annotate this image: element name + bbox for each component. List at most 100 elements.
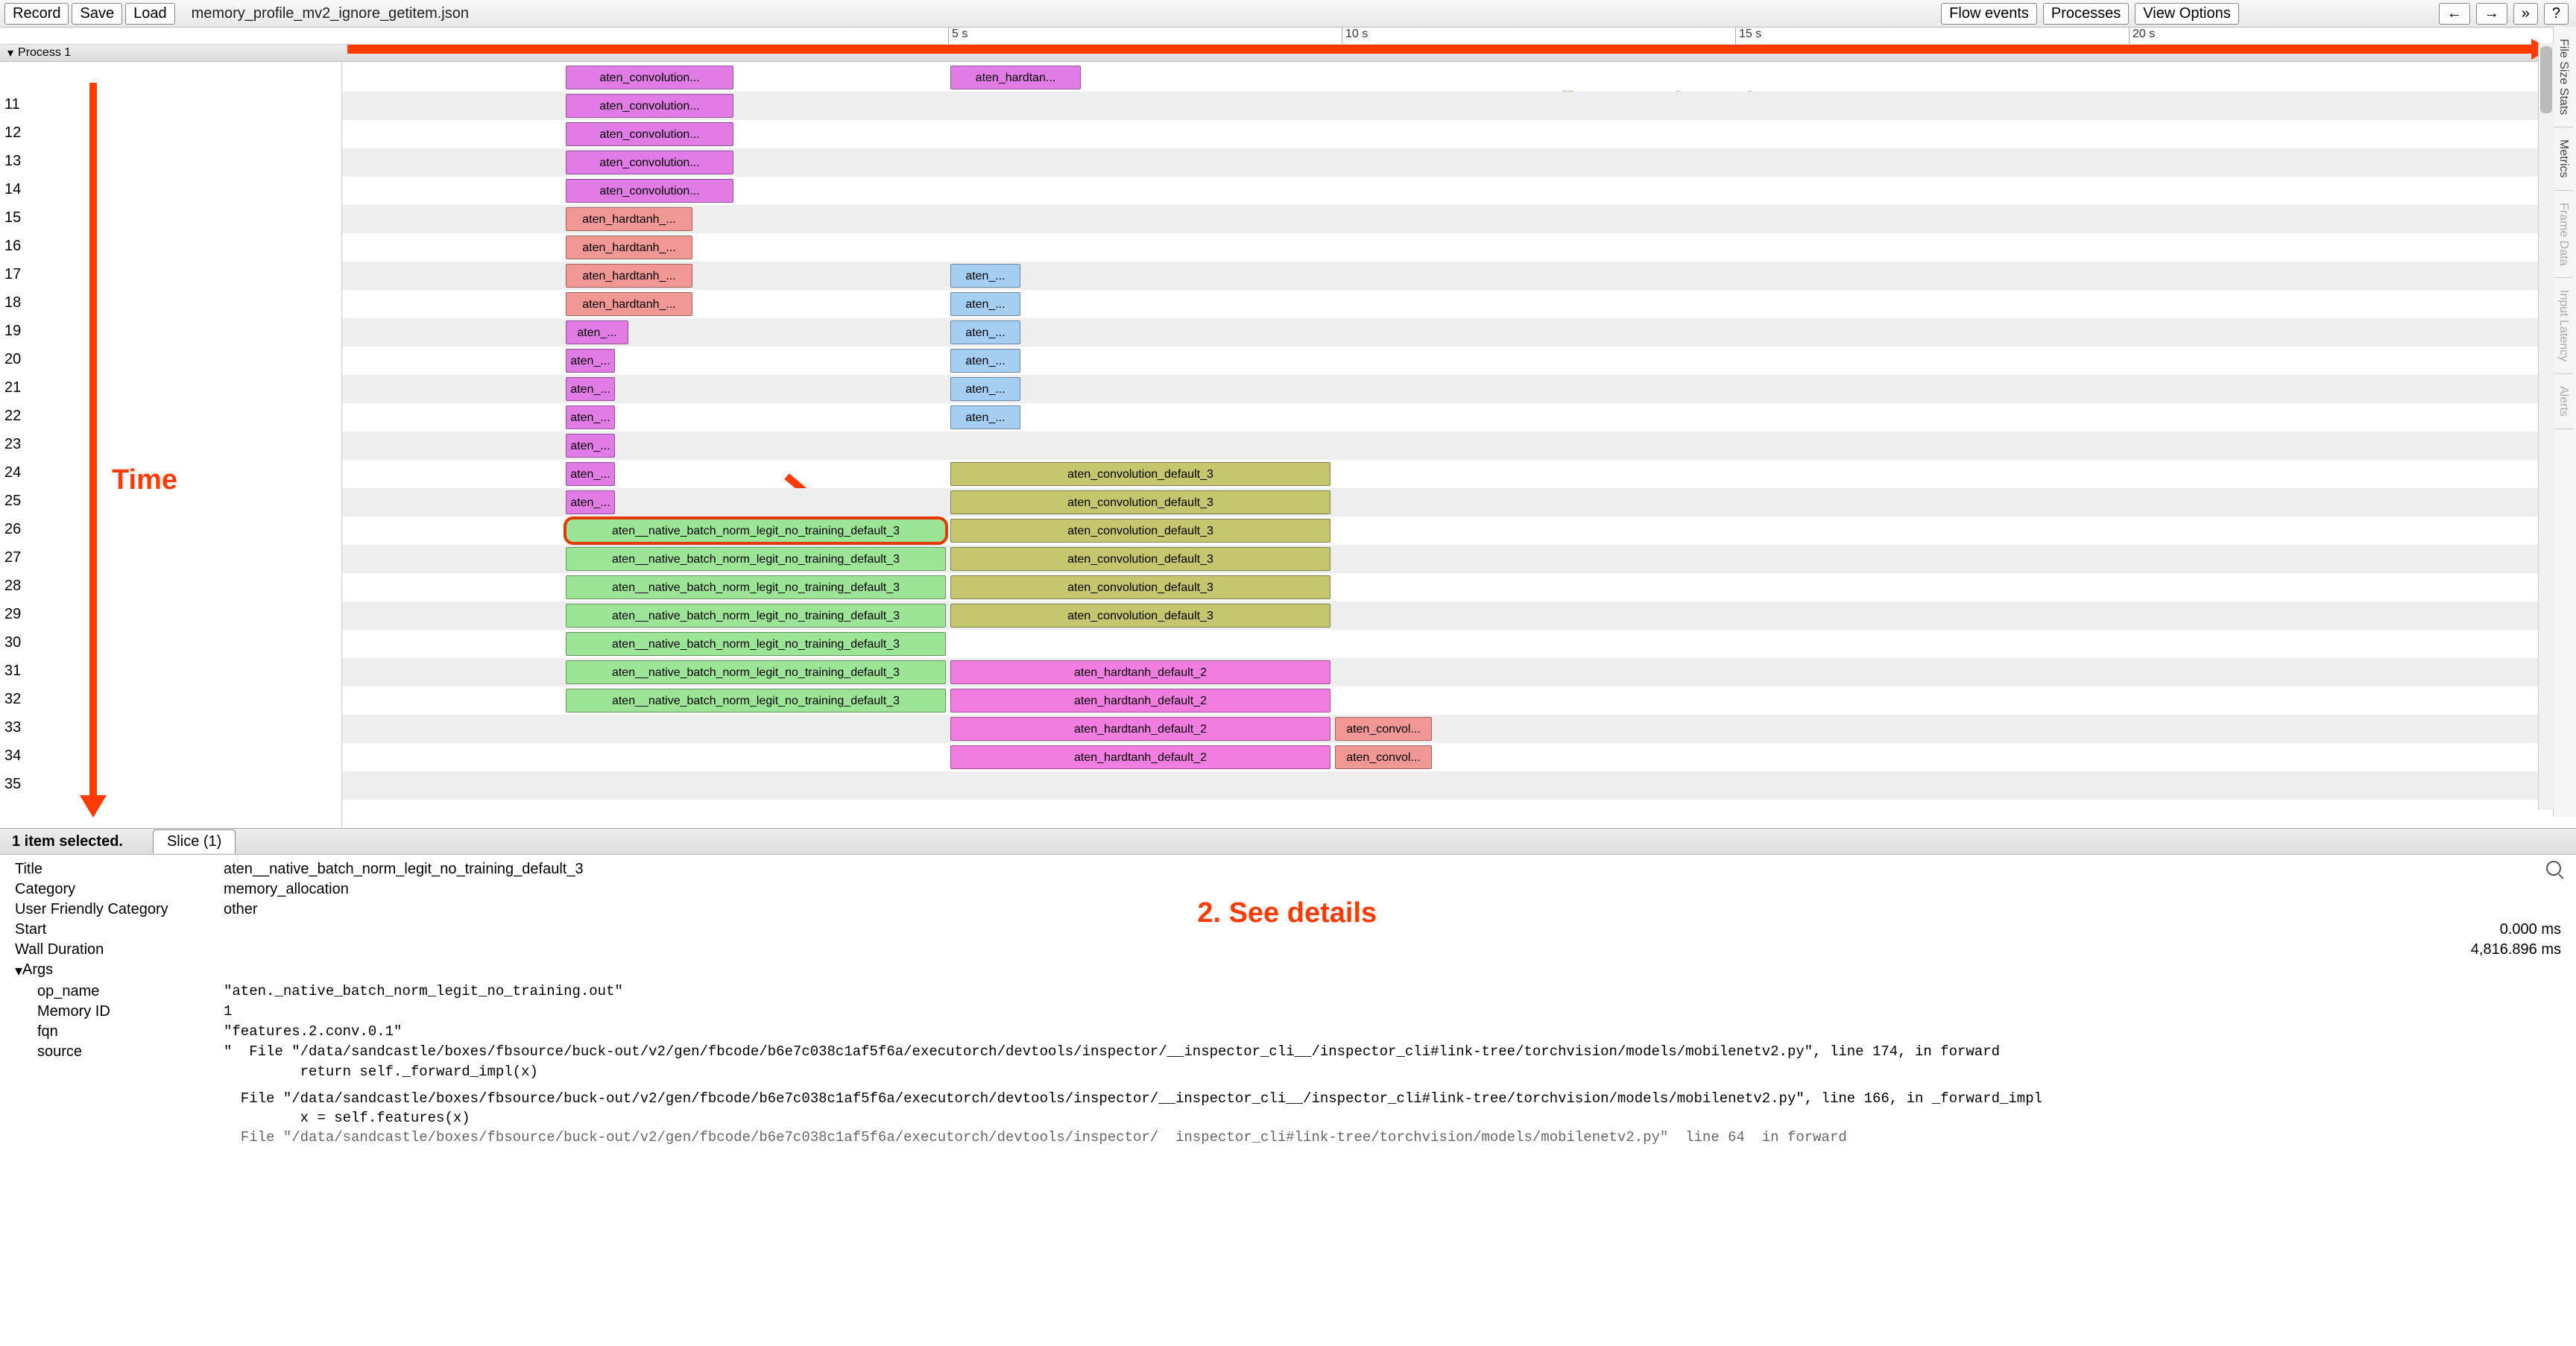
event-block[interactable]: aten_convolution_default_3 xyxy=(950,462,1330,486)
event-block[interactable]: aten_... xyxy=(950,320,1020,344)
details-tab-slice[interactable]: Slice (1) xyxy=(153,830,236,853)
args-value-source-3: File "/data/sandcastle/boxes/fbsource/bu… xyxy=(224,1090,2561,1107)
top-toolbar: Record Save Load memory_profile_mv2_igno… xyxy=(0,0,2576,28)
event-block[interactable]: aten_convolution_default_3 xyxy=(950,604,1330,628)
tab-file-size-stats[interactable]: File Size Stats xyxy=(2554,27,2573,127)
event-block[interactable]: aten_convolution_default_3 xyxy=(950,575,1330,599)
track-row xyxy=(342,460,2576,488)
processes-button[interactable]: Processes xyxy=(2043,3,2129,25)
event-block[interactable]: aten_... xyxy=(950,264,1020,288)
event-block[interactable]: aten_hardtanh_... xyxy=(566,236,692,259)
row-number: 30 xyxy=(4,634,21,651)
event-block[interactable]: aten_... xyxy=(566,320,628,344)
event-block[interactable]: aten__native_batch_norm_legit_no_trainin… xyxy=(566,519,946,543)
event-block[interactable]: aten_convolution... xyxy=(566,122,733,146)
flow-events-button[interactable]: Flow events xyxy=(1941,3,2037,25)
details-value-category: memory_allocation xyxy=(224,881,2561,898)
event-block[interactable]: aten_... xyxy=(566,349,615,373)
tab-metrics[interactable]: Metrics xyxy=(2554,127,2573,191)
row-number: 18 xyxy=(4,294,21,312)
event-block[interactable]: aten_convolution... xyxy=(566,179,733,203)
nav-forward-button[interactable]: → xyxy=(2476,3,2507,25)
args-value-fqn: "features.2.conv.0.1" xyxy=(224,1023,2561,1040)
event-block[interactable]: aten_... xyxy=(950,349,1020,373)
row-number: 35 xyxy=(4,776,21,793)
event-block[interactable]: aten_... xyxy=(566,462,615,486)
track-row xyxy=(342,488,2576,516)
help-button[interactable]: ? xyxy=(2544,3,2569,25)
event-block[interactable]: aten_... xyxy=(950,405,1020,429)
save-button[interactable]: Save xyxy=(72,3,122,25)
ruler-tick: 5 s xyxy=(948,28,967,44)
nav-back-button[interactable]: ← xyxy=(2439,3,2470,25)
event-block[interactable]: aten_... xyxy=(566,490,615,514)
vertical-scrollbar[interactable] xyxy=(2538,43,2554,809)
event-block[interactable]: aten_hardtanh_... xyxy=(566,264,692,288)
tab-alerts[interactable]: Alerts xyxy=(2554,374,2573,429)
scrollbar-thumb[interactable] xyxy=(2540,46,2552,113)
tracks-area[interactable]: Memory (in megabytes) 1. Click aten_conv… xyxy=(342,62,2576,828)
event-block[interactable]: aten_... xyxy=(950,292,1020,316)
event-block[interactable]: aten_convolution_default_3 xyxy=(950,547,1330,571)
time-ruler[interactable]: 5 s 10 s 15 s 20 s xyxy=(0,28,2576,45)
event-block[interactable]: aten_hardtanh_default_2 xyxy=(950,689,1330,713)
args-value-memid: 1 xyxy=(224,1003,2561,1020)
load-button[interactable]: Load xyxy=(125,3,175,25)
view-options-button[interactable]: View Options xyxy=(2135,3,2238,25)
event-block[interactable]: aten__native_batch_norm_legit_no_trainin… xyxy=(566,575,946,599)
event-block[interactable]: aten_convolution... xyxy=(566,66,733,89)
event-block[interactable]: aten__native_batch_norm_legit_no_trainin… xyxy=(566,547,946,571)
row-number: 27 xyxy=(4,549,21,566)
event-block[interactable]: aten__native_batch_norm_legit_no_trainin… xyxy=(566,660,946,684)
args-value-source-4: x = self.features(x) xyxy=(224,1110,2561,1126)
row-number: 11 xyxy=(4,96,20,113)
event-block[interactable]: aten_convolution_default_3 xyxy=(950,519,1330,543)
tab-frame-data[interactable]: Frame Data xyxy=(2554,191,2573,278)
event-block[interactable]: aten__native_batch_norm_legit_no_trainin… xyxy=(566,604,946,628)
event-block[interactable]: aten_convolution... xyxy=(566,94,733,118)
record-button[interactable]: Record xyxy=(4,3,69,25)
event-block[interactable]: aten_hardtanh_default_2 xyxy=(950,745,1330,769)
details-value-start: 0.000 ms xyxy=(2500,921,2561,938)
event-block[interactable]: aten_... xyxy=(566,434,615,458)
row-number: 24 xyxy=(4,464,21,481)
event-block[interactable]: aten_convolution_default_3 xyxy=(950,490,1330,514)
details-value-title: aten__native_batch_norm_legit_no_trainin… xyxy=(224,861,2536,878)
event-block[interactable]: aten_hardtan... xyxy=(950,66,1081,89)
filename-label: memory_profile_mv2_ignore_getitem.json xyxy=(192,5,469,22)
search-icon[interactable] xyxy=(2546,861,2561,876)
event-block[interactable]: aten_hardtanh_... xyxy=(566,292,692,316)
event-block[interactable]: aten_... xyxy=(566,405,615,429)
right-sidebar-tabs: File Size Stats Metrics Frame Data Input… xyxy=(2553,27,2576,817)
event-block[interactable]: aten_... xyxy=(566,377,615,401)
track-row xyxy=(342,318,2576,347)
details-value-wall: 4,816.896 ms xyxy=(2471,941,2561,958)
details-key-wall: Wall Duration xyxy=(15,941,224,958)
row-number: 34 xyxy=(4,748,21,765)
process-header[interactable]: ▾ Process 1 X xyxy=(0,45,2576,62)
row-number: 17 xyxy=(4,266,21,283)
event-block[interactable]: aten_hardtanh_default_2 xyxy=(950,717,1330,741)
nav-more-button[interactable]: » xyxy=(2513,3,2538,25)
row-number: 28 xyxy=(4,578,21,595)
row-number: 15 xyxy=(4,209,21,227)
event-block[interactable]: aten__native_batch_norm_legit_no_trainin… xyxy=(566,632,946,656)
tab-input-latency[interactable]: Input Latency xyxy=(2554,278,2573,374)
args-disclosure-icon[interactable]: ▾ xyxy=(15,961,22,980)
process-label: Process 1 xyxy=(18,46,71,60)
event-block[interactable]: aten_convol... xyxy=(1335,717,1432,741)
ruler-tick: 15 s xyxy=(1735,28,1761,44)
row-number: 12 xyxy=(4,124,21,142)
event-block[interactable]: aten_hardtanh_... xyxy=(566,207,692,231)
event-block[interactable]: aten_hardtanh_default_2 xyxy=(950,660,1330,684)
event-block[interactable]: aten_convolution... xyxy=(566,151,733,174)
event-block[interactable]: aten__native_batch_norm_legit_no_trainin… xyxy=(566,689,946,713)
track-row xyxy=(342,800,2576,828)
row-number: 19 xyxy=(4,323,21,340)
event-block[interactable]: aten_... xyxy=(950,377,1020,401)
track-row xyxy=(342,347,2576,375)
row-number-gutter: Time 11121314151617181920212223242526272… xyxy=(0,62,342,828)
selection-status: 1 item selected. xyxy=(12,833,123,850)
disclosure-triangle-icon[interactable]: ▾ xyxy=(7,45,13,60)
event-block[interactable]: aten_convol... xyxy=(1335,745,1432,769)
